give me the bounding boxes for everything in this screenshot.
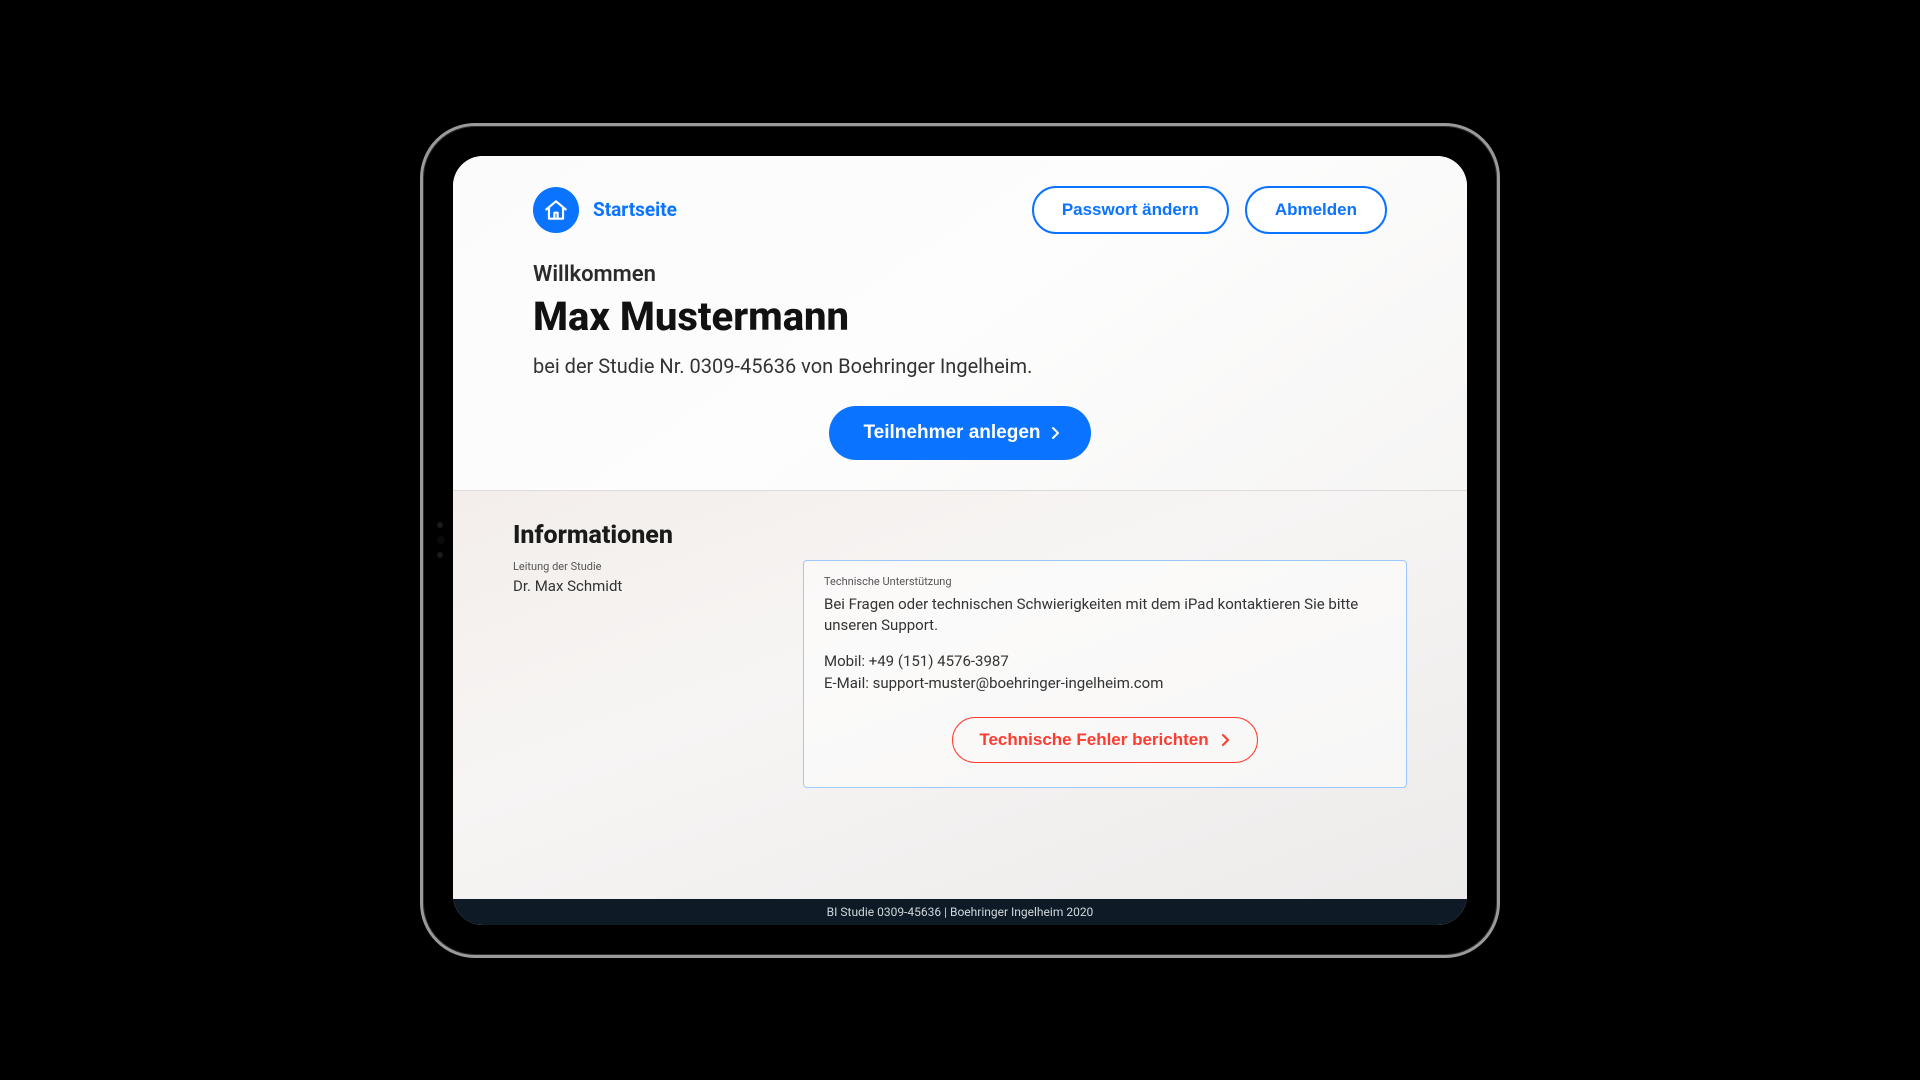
support-email: E-Mail: support-muster@boehringer-ingelh…: [824, 673, 1386, 695]
study-lead-name: Dr. Max Schmidt: [513, 577, 733, 595]
footer-bar: BI Studie 0309-45636 | Boehringer Ingelh…: [453, 899, 1467, 925]
study-line: bei der Studie Nr. 0309-45636 von Boehri…: [533, 354, 1387, 378]
home-icon: [533, 187, 579, 233]
chevron-right-icon: [1051, 426, 1061, 440]
support-label: Technische Unterstützung: [824, 575, 1386, 588]
report-error-button[interactable]: Technische Fehler berichten: [952, 717, 1257, 763]
top-section: Startseite Passwort ändern Abmelden Will…: [453, 156, 1467, 490]
info-section: Informationen Leitung der Studie Dr. Max…: [453, 491, 1467, 899]
tablet-frame: Startseite Passwort ändern Abmelden Will…: [420, 123, 1500, 958]
support-card: Technische Unterstützung Bei Fragen oder…: [803, 560, 1407, 788]
study-lead-label: Leitung der Studie: [513, 560, 733, 573]
home-label: Startseite: [593, 198, 677, 221]
support-mobile: Mobil: +49 (151) 4576-3987: [824, 651, 1386, 673]
logout-button[interactable]: Abmelden: [1245, 186, 1387, 234]
home-button[interactable]: Startseite: [533, 187, 677, 233]
footer-text: BI Studie 0309-45636 | Boehringer Ingelh…: [827, 905, 1094, 919]
study-lead-block: Leitung der Studie Dr. Max Schmidt: [513, 560, 733, 788]
support-text: Bei Fragen oder technischen Schwierigkei…: [824, 594, 1386, 638]
report-error-label: Technische Fehler berichten: [979, 730, 1208, 750]
change-password-button[interactable]: Passwort ändern: [1032, 186, 1229, 234]
header-bar: Startseite Passwort ändern Abmelden: [533, 186, 1387, 234]
create-participant-label: Teilnehmer anlegen: [863, 422, 1040, 444]
screen: Startseite Passwort ändern Abmelden Will…: [453, 156, 1467, 925]
info-title: Informationen: [513, 521, 1407, 550]
chevron-right-icon: [1221, 733, 1231, 747]
user-name: Max Mustermann: [533, 293, 1387, 340]
welcome-greeting: Willkommen: [533, 262, 1387, 287]
device-camera: [437, 522, 445, 558]
create-participant-button[interactable]: Teilnehmer anlegen: [829, 406, 1090, 460]
